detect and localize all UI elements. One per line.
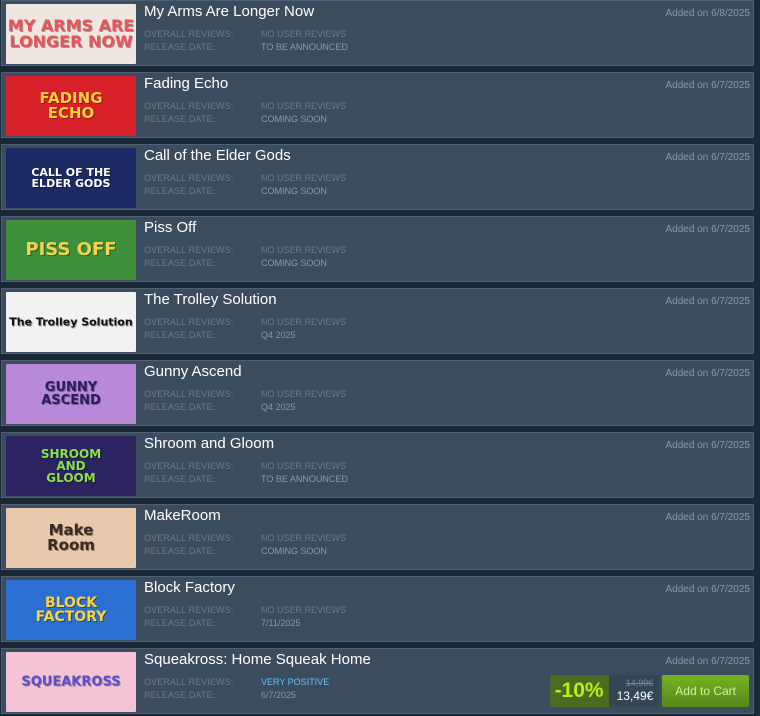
reviews-value: NO USER REVIEWS [261, 173, 347, 183]
release-label: RELEASE DATE: [144, 258, 216, 268]
release-label: RELEASE DATE: [144, 114, 216, 124]
added-date: Added on 6/7/2025 [665, 440, 750, 451]
release-value: 7/11/2025 [261, 618, 301, 628]
reviews-value: NO USER REVIEWS [261, 317, 347, 327]
added-date: Added on 6/7/2025 [665, 656, 750, 667]
reviews-label: OVERALL REVIEWS: [144, 677, 234, 687]
game-capsule-image[interactable]: The Trolley Solution [6, 292, 136, 352]
release-value: Q4 2025 [261, 402, 296, 412]
game-capsule-image[interactable]: PISS OFF [6, 220, 136, 280]
added-date: Added on 6/7/2025 [665, 224, 750, 235]
reviews-value: VERY POSITIVE [261, 677, 330, 687]
game-title[interactable]: Block Factory [144, 579, 235, 596]
reviews-value: NO USER REVIEWS [261, 245, 347, 255]
added-date: Added on 6/7/2025 [665, 512, 750, 523]
wishlist-row: SHROOM AND GLOOM Shroom and Gloom Added … [1, 432, 754, 498]
release-value: COMING SOON [261, 114, 328, 124]
price-block: 14,99€ 13,49€ [608, 675, 660, 707]
game-title[interactable]: Call of the Elder Gods [144, 147, 291, 164]
wishlist-row: BLOCK FACTORY Block Factory Added on 6/7… [1, 576, 754, 642]
release-label: RELEASE DATE: [144, 402, 216, 412]
reviews-value: NO USER REVIEWS [261, 101, 347, 111]
capsule-logo-text: GUNNY ASCEND [41, 380, 101, 408]
game-title[interactable]: Shroom and Gloom [144, 435, 274, 452]
wishlist-row: Make Room MakeRoom Added on 6/7/2025 OVE… [1, 504, 754, 570]
added-date: Added on 6/8/2025 [665, 8, 750, 19]
game-capsule-image[interactable]: FADING ECHO [6, 76, 136, 136]
add-to-cart-button[interactable]: Add to Cart [662, 675, 749, 707]
release-label: RELEASE DATE: [144, 546, 216, 556]
discount-badge: -10% [549, 675, 609, 707]
reviews-value: NO USER REVIEWS [261, 533, 347, 543]
original-price: 14,99€ [625, 677, 654, 688]
reviews-value: NO USER REVIEWS [261, 461, 347, 471]
game-capsule-image[interactable]: MY ARMS ARE LONGER NOW [6, 4, 136, 64]
release-value: Q4 2025 [261, 330, 296, 340]
added-date: Added on 6/7/2025 [665, 296, 750, 307]
release-label: RELEASE DATE: [144, 618, 216, 628]
game-title[interactable]: The Trolley Solution [144, 291, 277, 308]
release-label: RELEASE DATE: [144, 186, 216, 196]
game-capsule-image[interactable]: CALL OF THE ELDER GODS [6, 148, 136, 208]
capsule-logo-text: CALL OF THE ELDER GODS [31, 166, 111, 190]
release-value: TO BE ANNOUNCED [261, 474, 348, 484]
wishlist-row: SQUEAKROSS Squeakross: Home Squeak Home … [1, 648, 754, 714]
wishlist-row: FADING ECHO Fading Echo Added on 6/7/202… [1, 72, 754, 138]
reviews-label: OVERALL REVIEWS: [144, 389, 234, 399]
release-label: RELEASE DATE: [144, 690, 216, 700]
release-value: COMING SOON [261, 258, 328, 268]
release-label: RELEASE DATE: [144, 42, 216, 52]
capsule-logo-text: MY ARMS ARE LONGER NOW [7, 16, 135, 51]
game-title[interactable]: MakeRoom [144, 507, 221, 524]
reviews-label: OVERALL REVIEWS: [144, 101, 234, 111]
reviews-label: OVERALL REVIEWS: [144, 173, 234, 183]
wishlist-row: The Trolley Solution The Trolley Solutio… [1, 288, 754, 354]
capsule-logo-text: Make Room [47, 521, 95, 554]
game-capsule-image[interactable]: SHROOM AND GLOOM [6, 436, 136, 496]
capsule-logo-text: SQUEAKROSS [21, 674, 121, 690]
release-label: RELEASE DATE: [144, 330, 216, 340]
reviews-label: OVERALL REVIEWS: [144, 533, 234, 543]
capsule-logo-text: BLOCK FACTORY [35, 595, 107, 625]
wishlist-row: PISS OFF Piss Off Added on 6/7/2025 OVER… [1, 216, 754, 282]
reviews-value: NO USER REVIEWS [261, 605, 347, 615]
capsule-logo-text: PISS OFF [25, 239, 117, 260]
reviews-label: OVERALL REVIEWS: [144, 245, 234, 255]
wishlist: MY ARMS ARE LONGER NOW My Arms Are Longe… [0, 0, 760, 716]
game-title[interactable]: Squeakross: Home Squeak Home [144, 651, 371, 668]
added-date: Added on 6/7/2025 [665, 368, 750, 379]
release-value: TO BE ANNOUNCED [261, 42, 348, 52]
game-capsule-image[interactable]: BLOCK FACTORY [6, 580, 136, 640]
game-title[interactable]: Gunny Ascend [144, 363, 242, 380]
reviews-value: NO USER REVIEWS [261, 29, 347, 39]
game-title[interactable]: Piss Off [144, 219, 196, 236]
capsule-logo-text: FADING ECHO [39, 89, 103, 122]
game-capsule-image[interactable]: GUNNY ASCEND [6, 364, 136, 424]
reviews-value: NO USER REVIEWS [261, 389, 347, 399]
final-price: 13,49€ [616, 688, 654, 703]
wishlist-row: CALL OF THE ELDER GODS Call of the Elder… [1, 144, 754, 210]
release-value: 6/7/2025 [261, 690, 297, 700]
capsule-logo-text: SHROOM AND GLOOM [40, 447, 102, 485]
added-date: Added on 6/7/2025 [665, 80, 750, 91]
reviews-label: OVERALL REVIEWS: [144, 605, 234, 615]
added-date: Added on 6/7/2025 [665, 152, 750, 163]
wishlist-row: MY ARMS ARE LONGER NOW My Arms Are Longe… [1, 0, 754, 66]
capsule-logo-text: The Trolley Solution [9, 315, 133, 329]
game-capsule-image[interactable]: SQUEAKROSS [6, 652, 136, 712]
game-title[interactable]: My Arms Are Longer Now [144, 3, 314, 20]
release-value: COMING SOON [261, 546, 328, 556]
reviews-label: OVERALL REVIEWS: [144, 461, 234, 471]
game-capsule-image[interactable]: Make Room [6, 508, 136, 568]
wishlist-row: GUNNY ASCEND Gunny Ascend Added on 6/7/2… [1, 360, 754, 426]
added-date: Added on 6/7/2025 [665, 584, 750, 595]
reviews-label: OVERALL REVIEWS: [144, 29, 234, 39]
purchase-area: -10% 14,99€ 13,49€ Add to Cart [549, 675, 749, 707]
release-label: RELEASE DATE: [144, 474, 216, 484]
game-title[interactable]: Fading Echo [144, 75, 228, 92]
reviews-label: OVERALL REVIEWS: [144, 317, 234, 327]
release-value: COMING SOON [261, 186, 328, 196]
